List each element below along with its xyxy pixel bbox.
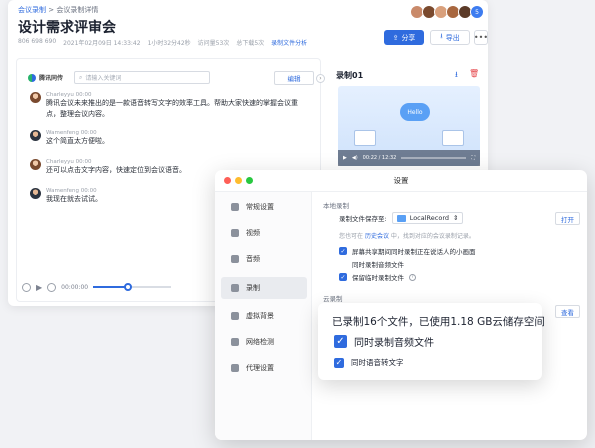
settings-sidebar: 常规设置 视频 音频 录制 虚拟背景 网络检测 代理设置 [215,192,312,440]
folder-select[interactable]: LocalRecord ⇕ [391,212,464,224]
transcript-message[interactable]: Charleyyu 00:00 腾讯会议未来推出的是一款语音转写文字的效率工具。… [30,92,311,120]
option-audio-file[interactable]: 同时录制音频文件 [352,259,404,269]
option-keep-temp-files[interactable]: ✓ 保留临时录制文件 ? [339,272,416,282]
background-icon [231,312,239,320]
brand-logo-icon [28,73,36,82]
play-icon[interactable]: ▶ [343,155,347,161]
cloud-storage-usage: 已录制16个文件，已使用1.18 GB云储存空间 [332,316,545,328]
maximize-window-button[interactable] [246,177,253,184]
transcript-brand: 腾讯同传 [28,73,63,82]
history-meeting-link[interactable]: 历史会议 [365,233,389,240]
option-speech-to-text[interactable]: ✓ 同时语音转文字 [334,357,404,368]
audio-progress-slider[interactable] [93,283,172,291]
message-text: 腾讯会议未来推出的是一款语音转写文字的效率工具。帮助大家快速的掌握会议重点，整理… [46,99,298,118]
volume-icon[interactable]: ◀) [352,155,358,161]
history-hint: 您也可在 历史会议 中，找到对应的会议录制记录。 [339,233,475,240]
search-placeholder: 请输入关键词 [85,75,122,82]
download-icon: ⭳ [440,32,443,40]
edit-button[interactable]: 编辑 [274,71,314,85]
export-button[interactable]: ⭳ 导出 [430,30,470,45]
collapse-panel-button[interactable]: › [316,74,325,83]
minimize-window-button[interactable] [235,177,242,184]
more-button[interactable]: ••• [474,30,488,45]
network-icon [231,338,239,346]
gear-icon [231,203,239,211]
recording-title: 录制01 [336,71,364,80]
camera-icon [231,229,239,237]
progress-fill [93,286,129,288]
download-icon[interactable]: ⭳ [455,69,458,83]
avatar [30,188,41,199]
message-text: 这个简直太方便啦。 [46,137,109,145]
avatar [30,159,41,170]
local-recording-section-title: 本地录制 [323,202,349,210]
analysis-link[interactable]: 录制文件分析 [271,38,307,47]
checkbox-checked[interactable]: ✓ [339,247,347,255]
search-input[interactable]: ⌕ 请输入关键词 [74,71,210,84]
save-location-row: 录制文件保存至: LocalRecord ⇕ [339,212,464,224]
rewind-icon[interactable] [22,282,31,292]
monitor-illustration [354,130,376,146]
sidebar-item-video[interactable]: 视频 [221,222,307,244]
option-speaker-thumbnail[interactable]: ✓ 屏幕共享期间同时录制正在说话人的小画面 [339,246,476,256]
progress-handle[interactable] [124,283,133,291]
video-progress-bar[interactable] [401,157,467,159]
sidebar-item-network[interactable]: 网络检测 [221,331,307,353]
avatar [30,92,41,103]
video-time: 00:22 / 12:32 [362,155,397,161]
record-icon [231,284,239,292]
download-count: 总下载5次 [236,40,265,47]
meeting-duration: 1小时32分42秒 [147,40,191,47]
fullscreen-icon[interactable]: ⛶ [471,155,475,161]
participant-avatars[interactable]: 5 [410,5,484,19]
trash-icon[interactable]: 🗑 [469,69,479,78]
sidebar-item-general[interactable]: 常规设置 [221,196,307,218]
save-location-label: 录制文件保存至: [339,215,387,223]
checkbox-checked[interactable]: ✓ [334,357,344,368]
view-cloud-button[interactable]: 查看 [555,305,580,318]
breadcrumb: 会议录制 > 会议录制详情 [18,6,99,14]
view-count: 访问量53次 [197,40,230,47]
folder-icon [396,214,406,222]
forward-icon[interactable] [47,282,57,292]
chevron-right-icon: › [319,75,322,82]
player-time: 00:00:00 [61,283,89,291]
cloud-recording-section-title: 云录制 [323,295,343,303]
cloud-illustration: Hello [400,103,430,121]
search-icon: ⌕ [79,73,83,81]
breadcrumb-link[interactable]: 会议录制 [18,6,46,14]
share-icon: ⇪ [392,33,399,42]
meeting-id: 806 698 690 [18,38,57,45]
sidebar-item-proxy[interactable]: 代理设置 [221,357,307,379]
cloud-storage-callout: 已录制16个文件，已使用1.18 GB云储存空间 ✓ 同时录制音频文件 ✓ 同时… [318,303,545,380]
sidebar-item-virtual-background[interactable]: 虚拟背景 [221,305,307,327]
help-icon[interactable]: ? [409,273,416,281]
proxy-icon [231,364,239,372]
close-window-button[interactable] [224,177,231,184]
chevron-updown-icon: ⇕ [453,214,459,222]
open-folder-button[interactable]: 打开 [555,212,580,225]
video-controls: ▶ ◀) 00:22 / 12:32 ⛶ [338,150,480,166]
checkbox-checked[interactable]: ✓ [339,273,347,281]
sidebar-item-recording[interactable]: 录制 [221,277,307,299]
share-button[interactable]: ⇪ 分享 [384,30,424,45]
page-title: 设计需求评审会 [18,20,116,36]
dialog-title: 设置 [215,170,587,192]
play-icon[interactable]: ▶ [36,283,42,292]
meeting-meta: 806 698 690 2021年02月09日 14:33:42 1小时32分4… [18,38,307,47]
monitor-illustration [442,130,464,146]
participant-count-badge: 5 [470,5,484,19]
sidebar-item-audio[interactable]: 音频 [221,248,307,270]
speaker-icon [231,255,239,263]
transcript-message[interactable]: Wamenfeng 00:00 这个简直太方便啦。 [30,130,311,147]
checkbox-checked[interactable]: ✓ [334,335,347,348]
avatar [30,130,41,141]
breadcrumb-current: 会议录制详情 [56,6,99,14]
option-record-audio[interactable]: ✓ 同时录制音频文件 [334,334,434,349]
meeting-datetime: 2021年02月09日 14:33:42 [63,40,141,47]
